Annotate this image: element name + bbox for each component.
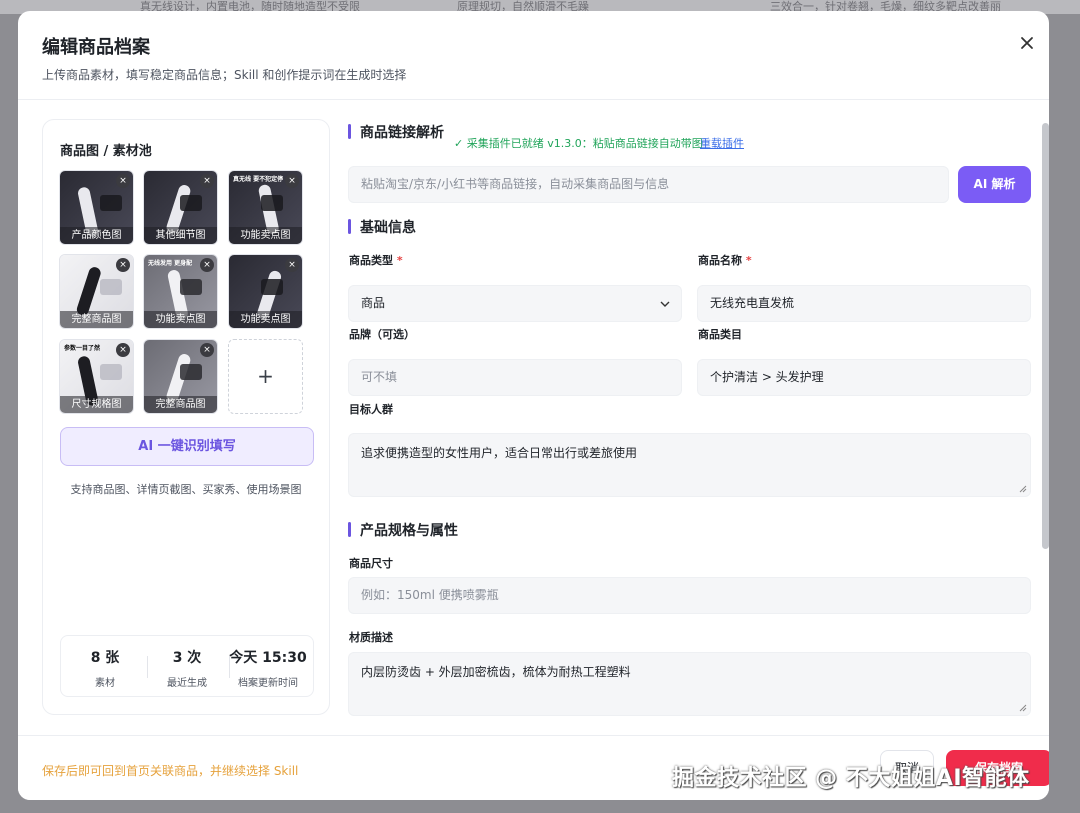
close-icon: ×	[203, 345, 211, 355]
target-audience-textarea[interactable]: 追求便携造型的女性用户，适合日常出行或差旅使用	[348, 433, 1031, 497]
remove-asset-button[interactable]: ×	[285, 258, 299, 272]
asset-pool-title: 商品图 / 素材池	[60, 144, 152, 159]
asset-thumbnail[interactable]: 无线发用 更身配 × 功能卖点图	[143, 254, 218, 329]
thumb-label: 其他细节图	[144, 227, 217, 244]
asset-thumbnail[interactable]: 真无线 要不犯定停 × 功能卖点图	[228, 170, 303, 245]
remove-asset-button[interactable]: ×	[200, 343, 214, 357]
remove-asset-button[interactable]: ×	[200, 174, 214, 188]
product-type-select[interactable]: 商品	[348, 285, 682, 322]
brand-input[interactable]: 可不填	[348, 359, 682, 396]
required-mark: *	[745, 254, 752, 267]
add-asset-button[interactable]: +	[228, 339, 303, 414]
textarea-value: 内层防烫齿 + 外层加密梳齿，梳体为耐热工程塑料	[361, 665, 631, 679]
textarea-value: 追求便携造型的女性用户，适合日常出行或差旅使用	[361, 446, 638, 460]
close-icon: ×	[288, 176, 296, 186]
size-label: 商品尺寸	[349, 557, 393, 570]
remove-asset-button[interactable]: ×	[116, 258, 130, 272]
product-name-label: 商品名称 *	[698, 252, 752, 268]
target-audience-label: 目标人群	[349, 403, 393, 416]
asset-stats: 8 张 素材 3 次 最近生成 今天 15:30 档案更新时间	[60, 635, 314, 697]
close-icon: ×	[288, 260, 296, 270]
thumb-caption: 参数一目了然	[64, 345, 101, 352]
asset-thumbnail[interactable]: × 功能卖点图	[228, 254, 303, 329]
close-icon: ×	[119, 176, 127, 186]
modal-subtitle: 上传商品素材，填写稳定商品信息；Skill 和创作提示词在生成时选择	[42, 68, 407, 82]
thumb-caption: 无线发用 更身配	[148, 260, 193, 267]
reload-plugin-link[interactable]: 重载插件	[700, 135, 744, 151]
label-text: 商品类型	[349, 254, 393, 267]
stat-updated-time: 今天 15:30 档案更新时间	[226, 647, 310, 689]
close-icon: ×	[203, 260, 211, 270]
asset-thumbnail[interactable]: × 完整商品图	[59, 254, 134, 329]
product-form: 商品链接解析 ✓ 采集插件已就绪 v1.3.0：粘贴商品链接自动带图 重载插件 …	[348, 111, 1032, 723]
stat-value: 8 张	[90, 650, 120, 666]
material-label: 材质描述	[349, 631, 393, 644]
stat-value: 3 次	[172, 650, 202, 666]
close-button[interactable]	[1015, 31, 1039, 55]
asset-thumbnail[interactable]: × 其他细节图	[143, 170, 218, 245]
spec-section-title: 产品规格与属性	[348, 520, 458, 540]
thumb-label: 功能卖点图	[229, 311, 302, 328]
resize-grip-icon[interactable]	[1019, 704, 1027, 712]
stat-recent-generations: 3 次 最近生成	[145, 647, 229, 689]
category-input[interactable]: 个护清洁 > 头发护理	[697, 359, 1031, 396]
footer-hint: 保存后即可回到首页关联商品，并继续选择 Skill	[42, 764, 299, 778]
thumb-label: 功能卖点图	[144, 311, 217, 328]
stat-value: 今天 15:30	[229, 650, 307, 666]
form-scrollbar[interactable]	[1042, 123, 1049, 549]
plugin-status-text: ✓ 采集插件已就绪 v1.3.0：粘贴商品链接自动带图	[454, 137, 703, 150]
stat-assets: 8 张 素材	[63, 647, 147, 689]
asset-thumbnail[interactable]: 参数一目了然 × 尺寸规格图	[59, 339, 134, 414]
close-icon: ×	[119, 260, 127, 270]
remove-asset-button[interactable]: ×	[116, 343, 130, 357]
thumb-label: 完整商品图	[60, 311, 133, 328]
modal-header: 编辑商品档案 上传商品素材，填写稳定商品信息；Skill 和创作提示词在生成时选…	[18, 11, 1049, 100]
thumb-label: 尺寸规格图	[60, 396, 133, 413]
category-label: 商品类目	[698, 328, 742, 341]
watermark-text: 掘金技术社区 @ 不大姐姐AI智能体	[672, 766, 1030, 791]
required-mark: *	[396, 254, 403, 267]
size-input[interactable]: 例如：150ml 便携喷雾瓶	[348, 577, 1031, 614]
thumb-caption: 真无线 要不犯定停	[233, 176, 284, 183]
edit-product-modal: 编辑商品档案 上传商品素材，填写稳定商品信息；Skill 和创作提示词在生成时选…	[18, 11, 1049, 800]
asset-thumbnail[interactable]: × 完整商品图	[143, 339, 218, 414]
ai-parse-button[interactable]: AI 解析	[958, 166, 1031, 203]
product-name-input[interactable]: 无线充电直发梳	[697, 285, 1031, 322]
close-icon: ×	[203, 176, 211, 186]
remove-asset-button[interactable]: ×	[200, 258, 214, 272]
asset-thumbnail[interactable]: × 产品颜色图	[59, 170, 134, 245]
chevron-down-icon	[660, 301, 670, 307]
stat-label: 档案更新时间	[238, 678, 298, 689]
select-value: 商品	[361, 296, 386, 310]
remove-asset-button[interactable]: ×	[116, 174, 130, 188]
product-type-label: 商品类型 *	[349, 252, 403, 268]
ai-auto-fill-button[interactable]: AI 一键识别填写	[60, 427, 314, 466]
basic-info-title: 基础信息	[348, 217, 416, 237]
remove-asset-button[interactable]: ×	[285, 174, 299, 188]
thumb-label: 完整商品图	[144, 396, 217, 413]
resize-grip-icon[interactable]	[1019, 485, 1027, 493]
modal-title: 编辑商品档案	[42, 37, 150, 58]
thumb-label: 功能卖点图	[229, 227, 302, 244]
supported-types-text: 支持商品图、详情页截图、买家秀、使用场景图	[70, 483, 302, 496]
thumb-label: 产品颜色图	[60, 227, 133, 244]
close-icon	[1021, 37, 1033, 49]
product-link-input[interactable]: 粘贴淘宝/京东/小红书等商品链接，自动采集商品图与信息	[348, 166, 949, 203]
label-text: 商品名称	[698, 254, 742, 267]
plus-icon: +	[257, 364, 274, 388]
link-section-title: 商品链接解析	[348, 122, 444, 142]
brand-label: 品牌（可选）	[349, 328, 415, 341]
asset-pool-panel: 商品图 / 素材池 × 产品颜色图 × 其他细节图 真无线 要不犯定停 × 功能卖点图 × 完整…	[42, 119, 330, 715]
material-textarea[interactable]: 内层防烫齿 + 外层加密梳齿，梳体为耐热工程塑料	[348, 652, 1031, 716]
stat-label: 素材	[95, 678, 115, 689]
stat-label: 最近生成	[167, 678, 207, 689]
close-icon: ×	[119, 345, 127, 355]
